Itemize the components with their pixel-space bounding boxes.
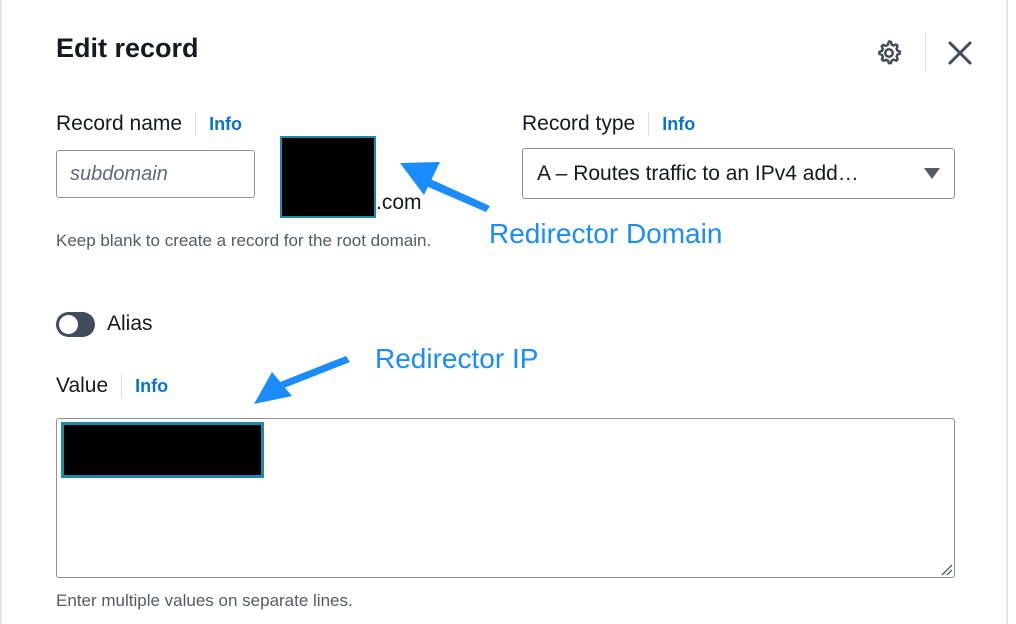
gear-icon[interactable] [874,38,904,68]
label-separator [648,112,650,136]
value-info-link[interactable]: Info [135,376,168,397]
redacted-ip-value [61,422,264,478]
resize-handle-icon[interactable] [939,562,953,576]
value-hint: Enter multiple values on separate lines. [56,591,353,610]
record-type-info-link[interactable]: Info [662,114,695,135]
record-name-label-group: Record name Info [56,112,242,136]
toggle-knob [59,315,78,334]
caret-down-icon [924,168,940,179]
record-type-label: Record type [522,112,636,135]
record-type-label-group: Record type Info [522,112,695,136]
annotation-redirector-domain: Redirector Domain [489,218,723,249]
annotation-redirector-ip: Redirector IP [375,343,539,374]
record-type-selected-value: A – Routes traffic to an IPv4 add… [537,161,859,185]
scrollbar-track[interactable] [1006,0,1008,624]
alias-toggle[interactable] [56,312,95,337]
value-label-group: Value Info [56,374,168,398]
domain-suffix: .com [376,191,422,214]
record-name-input[interactable] [56,150,255,198]
record-name-label: Record name [56,112,183,135]
value-label: Value [56,374,109,397]
header-divider [925,33,926,71]
arrow-to-value [254,356,350,404]
label-separator [121,374,123,398]
alias-label: Alias [107,312,153,335]
close-icon[interactable] [945,38,975,68]
record-name-info-link[interactable]: Info [209,114,242,135]
record-name-hint: Keep blank to create a record for the ro… [56,231,432,250]
record-type-select[interactable]: A – Routes traffic to an IPv4 add… [522,148,955,199]
redacted-domain [280,136,376,218]
label-separator [195,112,197,136]
dialog-title: Edit record [56,33,199,63]
panel-left-border [0,0,2,624]
